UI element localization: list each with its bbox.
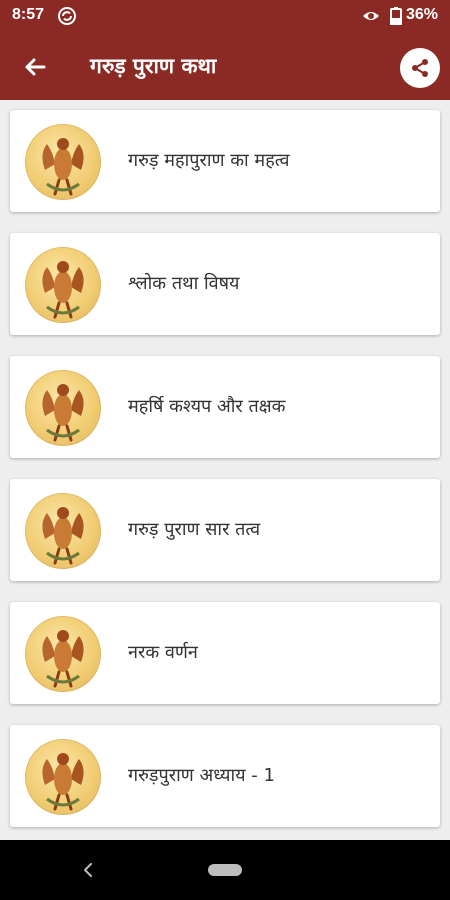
story-list: गरुड़ महापुराण का महत्व श्लोक तथा विषय म…	[0, 100, 450, 840]
list-item[interactable]: नरक वर्णन	[10, 602, 440, 704]
share-icon	[412, 59, 428, 77]
list-item[interactable]: श्लोक तथा विषय	[10, 233, 440, 335]
nav-back-icon[interactable]	[80, 862, 96, 878]
list-item[interactable]: गरुड़ पुराण सार तत्व	[10, 479, 440, 581]
status-time: 8:57	[12, 6, 45, 23]
page-title: गरुड़ पुराण कथा	[90, 54, 217, 78]
eye-icon	[362, 8, 380, 24]
status-bar: 8:57 36%	[0, 0, 450, 32]
battery-percent: 36%	[406, 6, 439, 23]
list-item-title: श्लोक तथा विषय	[128, 273, 240, 294]
app-screen: 8:57 36% गरुड़ पुराण कथा गरुड़ महापुराण …	[0, 0, 450, 900]
sync-icon	[57, 6, 77, 26]
garuda-image	[25, 739, 101, 815]
garuda-image	[25, 493, 101, 569]
garuda-image	[25, 616, 101, 692]
battery-icon	[390, 7, 402, 26]
app-bar: गरुड़ पुराण कथा	[0, 32, 450, 100]
garuda-image	[25, 124, 101, 200]
system-nav-bar	[0, 840, 450, 900]
list-item-title: गरुड़ पुराण सार तत्व	[128, 519, 261, 540]
share-button[interactable]	[400, 48, 440, 88]
top-bar: 8:57 36% गरुड़ पुराण कथा	[0, 0, 450, 100]
list-item-title: गरुड़ महापुराण का महत्व	[128, 150, 290, 171]
list-item-title: गरुड़पुराण अध्याय - 1	[128, 765, 275, 786]
list-item[interactable]: गरुड़पुराण अध्याय - 1	[10, 725, 440, 827]
list-item[interactable]: गरुड़ महापुराण का महत्व	[10, 110, 440, 212]
list-item-title: नरक वर्णन	[128, 642, 198, 663]
list-item[interactable]: महर्षि कश्यप और तक्षक	[10, 356, 440, 458]
arrow-left-icon[interactable]	[20, 52, 50, 82]
garuda-image	[25, 370, 101, 446]
home-pill-icon[interactable]	[208, 864, 242, 876]
list-item-title: महर्षि कश्यप और तक्षक	[128, 396, 286, 417]
garuda-image	[25, 247, 101, 323]
